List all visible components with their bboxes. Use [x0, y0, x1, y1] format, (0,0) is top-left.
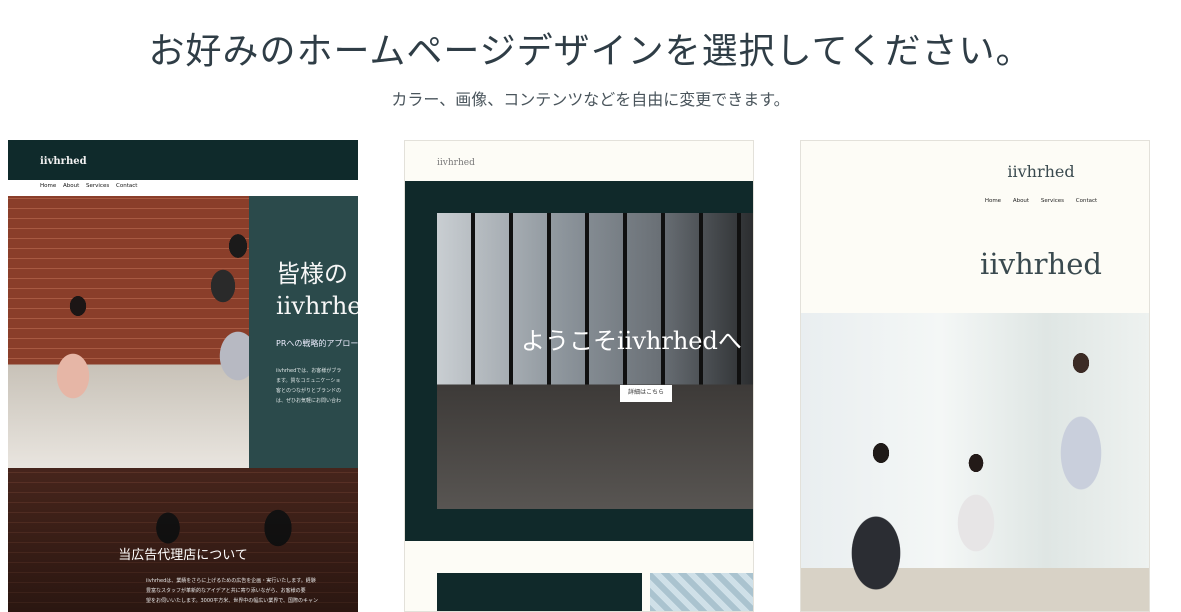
preview-nav-about: About — [63, 183, 80, 189]
preview-nav-contact: Contact — [116, 183, 138, 189]
preview-about-title: 当広告代理店について — [118, 548, 248, 563]
preview-nav-home: Home — [984, 198, 1002, 204]
preview-hero-title-line2: iivhrhe — [276, 292, 358, 320]
preview-nav-services: Services — [86, 183, 110, 189]
preview-about-body: iivhrhedは、業績をさらに上げるための広告を企画・実行いたします。経験 豊… — [146, 576, 318, 606]
preview-hero-body-line: は、ぜひお気軽にお問い合わ — [276, 398, 342, 404]
preview-hero-title: ようこそiivhrhedへ — [521, 327, 742, 355]
preview-nav: Home About Services Contact — [801, 198, 1149, 204]
preview-hero-photo — [437, 213, 753, 509]
preview-hero-body-line: ます。質なコミュニケーショ — [276, 378, 341, 384]
preview-nav-about: About — [1012, 198, 1030, 204]
preview-hero-body-line: 客とのつながりとブランドの — [276, 388, 341, 394]
preview-nav-services: Services — [1040, 198, 1065, 204]
preview-block-dark — [437, 573, 642, 611]
page-title: お好みのホームページデザインを選択してください。 — [148, 31, 1033, 72]
template-card-2[interactable]: iivhrhed ようこそiivhrhedへ 詳細はこちら — [404, 140, 754, 612]
preview-logo: iivhrhed — [437, 158, 475, 168]
preview-block-photo — [650, 573, 753, 611]
preview-hero-title: iivhrhed — [980, 247, 1102, 281]
preview-about-body-line: 望をお伺いいたします。3000平方米、世界中の幅広い業界で、国際のキャン — [146, 598, 319, 604]
preview-hero-subtitle: PRへの戦略的アプロー — [276, 339, 358, 348]
preview-about-body-line: iivhrhedは、業績をさらに上げるための広告を企画・実行いたします。経験 — [146, 578, 316, 584]
preview-hero-body-line: iivhrhedでは、お客様がブラ — [276, 368, 342, 374]
preview-nav-home: Home — [40, 183, 57, 189]
preview-nav: Home About Services Contact — [8, 180, 358, 195]
preview-about-body-line: 豊富なスタッフが革新的なアイデアと共に寄り添いながら、お客様の要 — [146, 588, 306, 594]
preview-hero-photo — [8, 196, 249, 468]
template-card-3[interactable]: iivhrhed Home About Services Contact iiv… — [800, 140, 1150, 612]
preview-hero-title-line1: 皆様の — [276, 260, 348, 288]
page-subtitle: カラー、画像、コンテンツなどを自由に変更できます。 — [391, 90, 790, 109]
preview-logo: iivhrhed — [1007, 162, 1075, 181]
preview-hero-body: iivhrhedでは、お客様がブラ ます。質なコミュニケーショ 客とのつながりと… — [276, 366, 358, 406]
preview-hero-panel — [249, 196, 358, 468]
preview-logo: iivhrhed — [40, 156, 87, 167]
preview-hero-photo — [801, 313, 1149, 611]
preview-nav-contact: Contact — [1075, 198, 1098, 204]
template-card-1[interactable]: iivhrhed Home About Services Contact 皆様の… — [8, 140, 358, 612]
preview-details-button[interactable]: 詳細はこちら — [620, 385, 672, 402]
